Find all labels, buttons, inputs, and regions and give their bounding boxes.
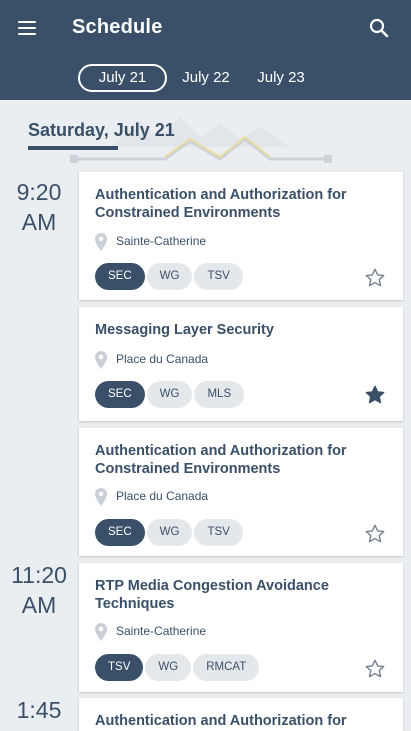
time-slot: 11:20 AM	[0, 560, 78, 620]
room-name: Place du Canada	[116, 352, 209, 367]
session-title: RTP Media Congestion Avoidance Techniques	[95, 578, 329, 612]
time-value: 9:20	[16, 179, 62, 205]
location-pin-icon	[95, 623, 107, 641]
location-pin-icon	[95, 488, 107, 506]
session-location: Sainte-Catherine	[95, 233, 206, 251]
session-location: Sainte-Catherine	[95, 623, 206, 641]
location-pin-icon	[95, 233, 107, 251]
session-title: Messaging Layer Security	[95, 322, 274, 338]
session-title: Authentication and Authorization for Cons…	[95, 187, 347, 221]
time-value: 1:45	[16, 697, 62, 723]
room-name: Sainte-Catherine	[116, 234, 207, 249]
tag-chip[interactable]: WG	[145, 654, 192, 681]
tag-chip[interactable]: TSV	[95, 654, 144, 681]
tag-chip[interactable]: TSV	[194, 263, 243, 290]
star-icon[interactable]	[364, 523, 386, 545]
tag-chip[interactable]: RMCAT	[193, 654, 260, 681]
star-icon[interactable]	[364, 267, 386, 289]
search-icon[interactable]	[366, 15, 392, 41]
session-title: Authentication and Authorization for Cons…	[95, 443, 347, 477]
room-name: Place du Canada	[116, 489, 209, 504]
time-period: AM	[21, 592, 57, 618]
date-tabs: July 21 July 22 July 23	[0, 64, 411, 94]
tag-list: SEC WG TSV	[95, 263, 245, 290]
tag-list: SEC WG MLS	[95, 381, 246, 408]
session-location: Place du Canada	[95, 488, 208, 506]
session-card[interactable]: RTP Media Congestion Avoidance Techniques…	[79, 563, 403, 692]
room-name: Sainte-Catherine	[116, 624, 207, 639]
time-slot: 9:20 AM	[0, 177, 78, 237]
date-header: Saturday, July 21	[28, 120, 175, 140]
tab-july-23[interactable]: July 23	[246, 64, 316, 92]
session-location: Place du Canada	[95, 351, 208, 369]
star-icon[interactable]	[364, 658, 386, 680]
time-period: AM	[21, 209, 57, 235]
tag-chip[interactable]: SEC	[95, 263, 145, 290]
tag-chip[interactable]: WG	[146, 519, 193, 546]
session-card[interactable]: Authentication and Authorization for	[79, 698, 403, 731]
tag-list: SEC WG TSV	[95, 519, 245, 546]
tag-chip[interactable]: SEC	[95, 381, 145, 408]
menu-icon[interactable]	[14, 14, 42, 42]
tag-chip[interactable]: SEC	[95, 519, 145, 546]
tag-chip[interactable]: WG	[146, 263, 193, 290]
location-pin-icon	[95, 351, 107, 369]
session-card[interactable]: Authentication and Authorization for Cons…	[79, 428, 403, 556]
time-value: 11:20	[11, 562, 67, 588]
time-slot: 1:45	[0, 695, 78, 725]
session-card[interactable]: Messaging Layer Security Place du Canada…	[79, 307, 403, 421]
date-underline	[28, 146, 118, 150]
star-icon[interactable]	[364, 384, 386, 406]
session-card[interactable]: Authentication and Authorization for Cons…	[79, 172, 403, 300]
tag-list: TSV WG RMCAT	[95, 654, 261, 681]
tag-chip[interactable]: WG	[146, 381, 193, 408]
tag-chip[interactable]: MLS	[194, 381, 245, 408]
page-title: Schedule	[72, 16, 163, 38]
tab-july-22[interactable]: July 22	[168, 64, 244, 92]
tab-july-21[interactable]: July 21	[78, 64, 167, 92]
app-bar: Schedule July 21 July 22 July 23	[0, 0, 411, 100]
session-title: Authentication and Authorization for	[95, 713, 347, 729]
tag-chip[interactable]: TSV	[194, 519, 243, 546]
